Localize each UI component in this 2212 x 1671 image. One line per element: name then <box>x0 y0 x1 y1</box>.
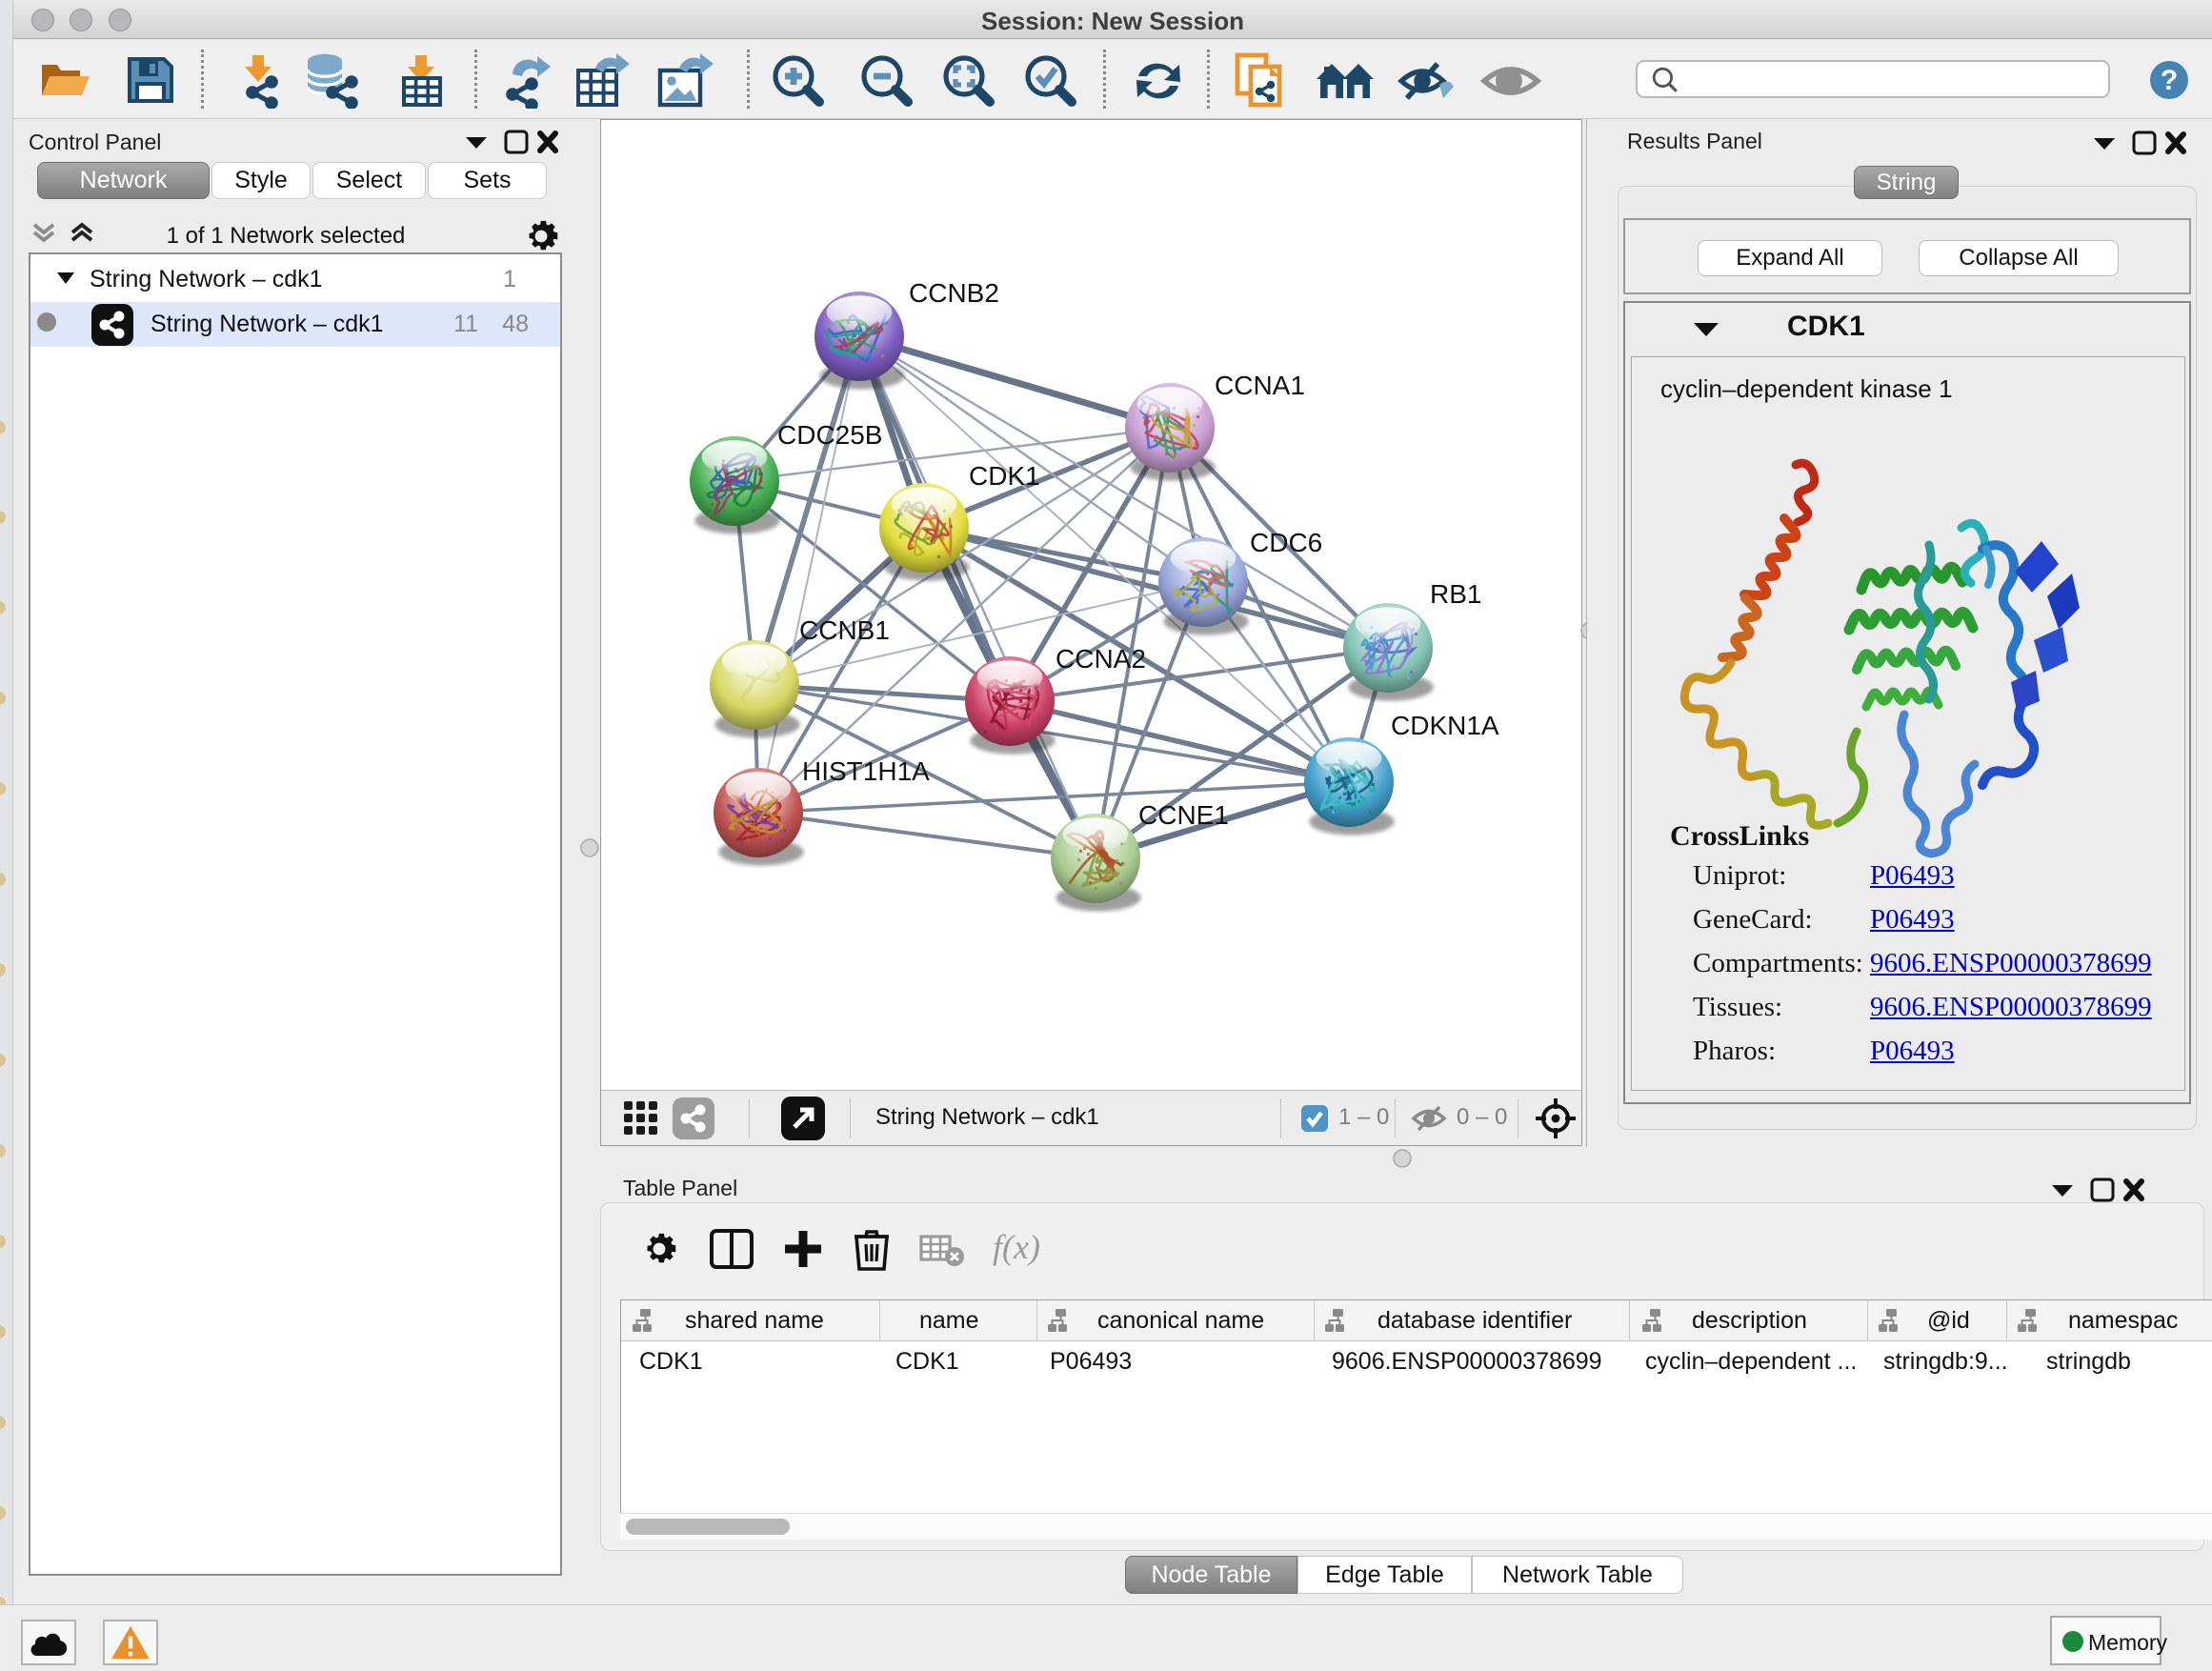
svg-text:CDC6: CDC6 <box>1250 528 1322 557</box>
svg-text:CCNA1: CCNA1 <box>1215 371 1305 400</box>
svg-text:CDKN1A: CDKN1A <box>1391 711 1499 740</box>
svg-text:CCNB1: CCNB1 <box>799 615 890 645</box>
svg-text:CCNA2: CCNA2 <box>1056 644 1146 674</box>
svg-text:CDK1: CDK1 <box>969 461 1040 491</box>
svg-text:CCNB2: CCNB2 <box>909 278 999 308</box>
svg-text:?: ? <box>2161 65 2178 96</box>
svg-text:RB1: RB1 <box>1430 579 1481 609</box>
svg-text:CDC25B: CDC25B <box>777 420 882 450</box>
svg-text:CCNE1: CCNE1 <box>1138 800 1229 830</box>
svg-text:HIST1H1A: HIST1H1A <box>802 756 930 786</box>
